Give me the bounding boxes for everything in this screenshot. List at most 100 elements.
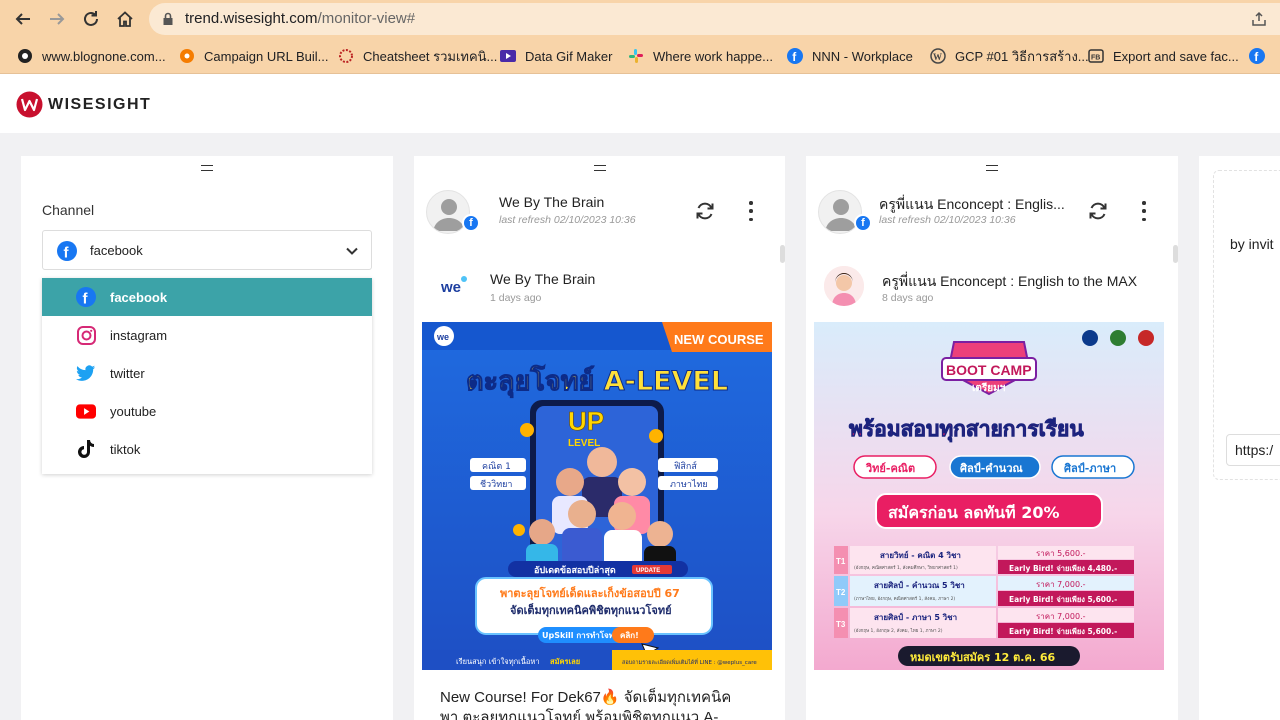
channel-option-youtube[interactable]: youtube	[42, 392, 372, 430]
bookmark-cheatsheet[interactable]: Cheatsheet รวมเทคนิ...	[337, 46, 497, 66]
url-text: trend.wisesight.com/monitor-view#	[185, 10, 416, 27]
monitor-column: f We By The Brain last refresh 02/10/202…	[414, 156, 785, 720]
tiktok-icon	[76, 439, 96, 459]
we-logo-icon: we	[440, 276, 467, 296]
browser-address-bar: trend.wisesight.com/monitor-view#	[0, 0, 1280, 37]
svg-text:อัปเดตข้อสอบปีล่าสุด: อัปเดตข้อสอบปีล่าสุด	[534, 565, 616, 576]
svg-text:UpSkill การทำโจทย์: UpSkill การทำโจทย์	[542, 630, 619, 640]
export-icon: FB	[1087, 47, 1105, 65]
svg-text:สายศิลป์ - ภาษา 5 วิชา: สายศิลป์ - ภาษา 5 วิชา	[874, 612, 957, 622]
more-menu-icon[interactable]	[1140, 201, 1148, 221]
home-button[interactable]	[112, 6, 138, 32]
url-bar[interactable]: trend.wisesight.com/monitor-view#	[149, 3, 1280, 35]
monitor-name: We By The Brain	[499, 194, 605, 210]
svg-text:คลิก!: คลิก!	[620, 631, 639, 640]
last-refresh-text: last refresh 02/10/2023 10:36	[879, 214, 1016, 226]
twitter-icon	[76, 363, 96, 383]
post-author[interactable]: We By The Brain	[490, 271, 595, 287]
svg-text:T2: T2	[836, 588, 846, 597]
site-settings-icon	[163, 12, 173, 25]
svg-text:ศิลป์-ภาษา: ศิลป์-ภาษา	[1064, 462, 1116, 475]
post-time: 8 days ago	[882, 292, 934, 304]
bookmark-gcp[interactable]: W GCP #01 วิธีการสร้าง...	[929, 46, 1089, 66]
drag-handle-icon[interactable]	[201, 165, 213, 171]
wisesight-logo[interactable]: WISESIGHT	[16, 91, 151, 118]
channel-option-facebook[interactable]: f facebook	[42, 278, 372, 316]
scrollbar[interactable]	[780, 245, 785, 263]
svg-text:ฟิสิกส์: ฟิสิกส์	[674, 460, 697, 472]
svg-text:เรียนสนุก เข้าใจทุกเนื้อหา: เรียนสนุก เข้าใจทุกเนื้อหา	[456, 656, 540, 666]
facebook-badge-icon: f	[462, 214, 480, 232]
youtube-icon	[76, 401, 96, 421]
drag-handle-icon[interactable]	[594, 165, 606, 171]
svg-text:สายวิทย์ - คณิต 4 วิชา: สายวิทย์ - คณิต 4 วิชา	[880, 550, 961, 560]
share-icon[interactable]	[1250, 10, 1268, 28]
svg-text:สอบถามรายละเอียดเพิ่มเติมได้ที: สอบถามรายละเอียดเพิ่มเติมได้ที่ LINE : @…	[622, 658, 757, 666]
back-button[interactable]	[10, 6, 36, 32]
post-author[interactable]: ครูพี่แนน Enconcept : English to the MAX	[882, 271, 1137, 293]
post-time: 1 days ago	[490, 292, 542, 304]
bookmark-data-gif[interactable]: Data Gif Maker	[499, 46, 612, 66]
svg-text:หมดเขตรับสมัคร 12 ต.ค. 66: หมดเขตรับสมัคร 12 ต.ค. 66	[910, 651, 1056, 664]
bookmark-workplace[interactable]: f NNN - Workplace	[786, 46, 913, 66]
channel-option-instagram[interactable]: instagram	[42, 316, 372, 354]
svg-text:LEVEL: LEVEL	[568, 438, 600, 449]
bootcamp-title: BOOT CAMP	[946, 362, 1032, 378]
refresh-icon[interactable]	[1087, 200, 1109, 222]
svg-text:สมัครเลย: สมัครเลย	[550, 657, 580, 666]
post-image[interactable]: NEW COURSE we ตะลุยโจทย์ A-LEVEL UP LEVE…	[422, 322, 772, 670]
svg-text:พาตะลุยโจทย์เด็ดและเก็งข้อสอบป: พาตะลุยโจทย์เด็ดและเก็งข้อสอบปี 67	[500, 586, 680, 601]
svg-text:ราคา 7,000.-: ราคา 7,000.-	[1036, 580, 1086, 589]
wisesight-logo-icon	[16, 91, 43, 118]
post-caption: New Course! For Dek67🔥 จัดเต็มทุกเทคนิค …	[440, 689, 732, 720]
monitor-column: f ครูพี่แนน Enconcept : Englis... last r…	[806, 156, 1178, 720]
svg-text:ราคา 7,000.-: ราคา 7,000.-	[1036, 612, 1086, 621]
wordpress-icon: W	[929, 47, 947, 65]
post-author-avatar: we	[432, 266, 472, 306]
refresh-icon[interactable]	[694, 200, 716, 222]
svg-text:Early Bird! จ่ายเพียง 5,600.-: Early Bird! จ่ายเพียง 5,600.-	[1009, 595, 1117, 604]
cheatsheet-icon	[337, 47, 355, 65]
slack-icon	[627, 47, 645, 65]
channel-dropdown: f facebook instagram twitter youtube tik…	[42, 278, 372, 474]
home-icon	[117, 11, 133, 27]
bookmark-export[interactable]: FB Export and save fac...	[1087, 46, 1239, 66]
facebook-icon: f	[1248, 47, 1266, 65]
instagram-icon	[76, 325, 96, 345]
reload-button[interactable]	[78, 6, 104, 32]
app-header: WISESIGHT	[0, 74, 1280, 133]
scrollbar[interactable]	[1173, 245, 1178, 263]
bookmark-slack[interactable]: Where work happe...	[627, 46, 773, 66]
svg-text:UPDATE: UPDATE	[636, 568, 660, 574]
back-arrow-icon	[15, 13, 30, 25]
channel-option-twitter[interactable]: twitter	[42, 354, 372, 392]
svg-text:ภาษาไทย: ภาษาไทย	[670, 479, 708, 490]
facebook-icon: f	[786, 47, 804, 65]
svg-text:we: we	[440, 279, 461, 296]
image-headline: พร้อมสอบทุกสายการเรียน	[849, 417, 1084, 443]
svg-text:วิทย์-คณิต: วิทย์-คณิต	[865, 462, 915, 475]
svg-text:(อังกฤษ 1, อังกฤษ 2, สังคม, ไท: (อังกฤษ 1, อังกฤษ 2, สังคม, ไทย 1, ภาษา …	[854, 628, 943, 634]
channel-label: Channel	[42, 202, 95, 218]
more-menu-icon[interactable]	[747, 201, 755, 221]
post-header: we We By The Brain 1 days ago	[422, 258, 772, 308]
channel-select[interactable]: f facebook	[42, 230, 372, 270]
forward-button[interactable]	[44, 6, 70, 32]
svg-text:W: W	[933, 52, 942, 62]
svg-text:ชีววิทยา: ชีววิทยา	[480, 479, 512, 490]
bookmark-overflow[interactable]: f	[1248, 46, 1274, 66]
bookmarks-bar: www.blognone.com... Campaign URL Buil...…	[0, 37, 1280, 74]
drag-handle-icon[interactable]	[986, 165, 998, 171]
data-gif-icon	[499, 47, 517, 65]
svg-text:ราคา 5,600.-: ราคา 5,600.-	[1036, 549, 1086, 558]
svg-text:Early Bird! จ่ายเพียง 5,600.-: Early Bird! จ่ายเพียง 5,600.-	[1009, 627, 1117, 636]
svg-text:T3: T3	[836, 620, 846, 629]
channel-option-tiktok[interactable]: tiktok	[42, 430, 372, 468]
bookmark-campaign-url[interactable]: Campaign URL Buil...	[178, 46, 329, 66]
invite-url-input[interactable]: https:/	[1226, 434, 1280, 466]
bookmark-blognone[interactable]: www.blognone.com...	[16, 46, 166, 66]
svg-text:สมัครก่อน ลดทันที 20%: สมัครก่อน ลดทันที 20%	[888, 503, 1060, 522]
image-headline: ตะลุยโจทย์ A-LEVEL	[466, 364, 728, 398]
post-image[interactable]: BOOT CAMP เตรียมฯ พร้อมสอบทุกสายการเรียน…	[814, 322, 1164, 670]
svg-text:(ภาษาไทย, อังกฤษ, คณิตศาสตร์ 1: (ภาษาไทย, อังกฤษ, คณิตศาสตร์ 1, สังคม, ภ…	[854, 595, 955, 602]
